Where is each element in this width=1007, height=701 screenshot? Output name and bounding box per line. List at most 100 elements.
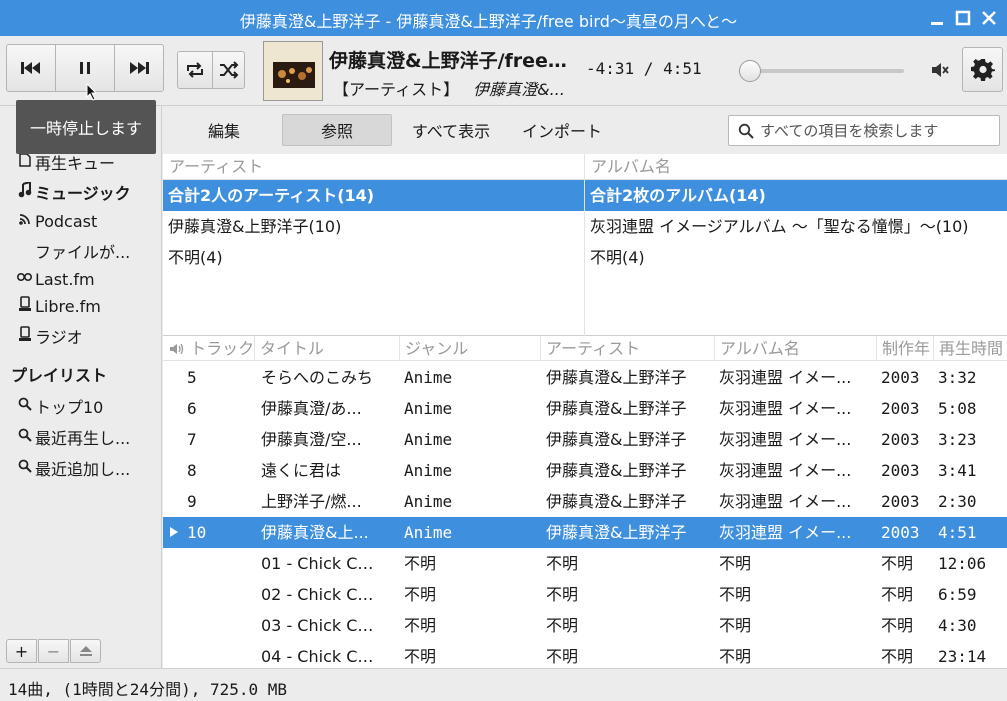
table-row[interactable]: 8 遠くに君は Anime 伊藤真澄&上野洋子 灰羽連盟 イメー... 2003 3:41 <box>163 455 1007 486</box>
speaker-icon <box>170 343 184 355</box>
table-row[interactable]: 02 - Chick C… 不明 不明 不明 不明 6:59 <box>163 579 1007 610</box>
search-input[interactable] <box>760 121 990 140</box>
cell-album: 不明 <box>719 616 752 635</box>
cell-artist: 伊藤真澄&上野洋子 <box>546 430 687 449</box>
volume-muted-icon[interactable] <box>930 60 950 84</box>
cell-genre: Anime <box>404 399 453 418</box>
pause-tooltip: 一時停止します <box>16 100 156 154</box>
column-header-title[interactable]: タイトル <box>255 336 400 361</box>
table-row[interactable]: 6 伊藤真澄/あ... Anime 伊藤真澄&上野洋子 灰羽連盟 イメー... 2003 5… <box>163 393 1007 424</box>
tab-show-all[interactable]: すべて表示 <box>405 114 497 146</box>
cell-track <box>187 579 247 610</box>
seek-slider-handle[interactable] <box>739 60 761 82</box>
radio-icon <box>16 326 34 346</box>
artist-row[interactable]: 合計2人のアーティスト(14) <box>163 180 584 211</box>
cell-album: 灰羽連盟 イメー... <box>719 492 852 511</box>
cell-title: 03 - Chick C… <box>261 616 374 635</box>
sidebar-item-top10[interactable]: トップ10 <box>16 393 103 419</box>
tab-browse[interactable]: 参照 <box>282 114 392 146</box>
cell-year: 2003 <box>881 430 920 449</box>
next-button[interactable] <box>114 44 164 92</box>
maximize-icon[interactable] <box>951 6 975 30</box>
previous-button[interactable] <box>6 44 56 92</box>
search-icon <box>16 459 34 477</box>
sidebar-item-label: Podcast <box>35 211 98 231</box>
table-row[interactable]: 9 上野洋子/燃... Anime 伊藤真澄&上野洋子 灰羽連盟 イメー... 2003 2… <box>163 486 1007 517</box>
column-header-genre[interactable]: ジャンル <box>400 336 541 361</box>
sidebar-item-recently-played[interactable]: 最近再生し... <box>16 424 130 450</box>
column-header-length[interactable]: 再生時間 <box>934 336 1007 361</box>
cell-title: 伊藤真澄&上... <box>261 523 369 542</box>
shuffle-button[interactable] <box>212 51 245 89</box>
minimize-icon[interactable] <box>925 6 949 30</box>
column-header-artist[interactable]: アーティスト <box>541 336 715 361</box>
cell-track <box>187 610 247 641</box>
sidebar-item-music[interactable]: ミュージック <box>16 179 131 205</box>
browser-toolbar: 編集 参照 すべて表示 インポート <box>163 106 1007 154</box>
cell-length: 2:30 <box>938 492 977 511</box>
sidebar-item-files[interactable]: ファイルが... <box>35 238 130 264</box>
cell-length: 6:59 <box>938 585 977 604</box>
cell-genre: Anime <box>404 368 453 387</box>
tab-edit[interactable]: 編集 <box>187 114 261 146</box>
sidebar-actions: + − <box>0 634 162 668</box>
add-playlist-button[interactable]: + <box>6 639 37 663</box>
now-playing-title: 伊藤真澄&上野洋子/free… <box>329 50 567 72</box>
cell-genre: 不明 <box>404 616 437 635</box>
sidebar-item-recently-added[interactable]: 最近追加し... <box>16 455 130 481</box>
pause-button[interactable] <box>55 44 115 92</box>
table-row[interactable]: 7 伊藤真澄/空... Anime 伊藤真澄&上野洋子 灰羽連盟 イメー... 2003 3… <box>163 424 1007 455</box>
cell-length: 4:51 <box>938 523 977 542</box>
cell-length: 3:41 <box>938 461 977 480</box>
cell-length: 3:32 <box>938 368 977 387</box>
sidebar-item-podcast[interactable]: Podcast <box>16 208 97 234</box>
settings-button[interactable] <box>962 47 1003 92</box>
album-row[interactable]: 合計2枚のアルバム(14) <box>585 180 1007 211</box>
column-header-year[interactable]: 制作年 <box>877 336 934 361</box>
search-icon <box>738 123 754 139</box>
table-row[interactable]: 10 伊藤真澄&上... Anime 伊藤真澄&上野洋子 灰羽連盟 イメー... 2003… <box>163 517 1007 548</box>
sidebar-item-radio[interactable]: ラジオ <box>16 323 83 349</box>
sidebar-item-librefm[interactable]: Libre.fm <box>16 293 101 319</box>
cell-genre: 不明 <box>404 585 437 604</box>
cell-year: 不明 <box>881 616 914 635</box>
tab-import[interactable]: インポート <box>515 114 609 146</box>
search-field[interactable] <box>728 115 1000 146</box>
window-title: 伊藤真澄&上野洋子 - 伊藤真澄&上野洋子/free bird〜真昼の月へと〜 <box>239 12 738 31</box>
album-column-header[interactable]: アルバム名 <box>585 154 1007 180</box>
artist-column-header[interactable]: アーティスト <box>163 154 584 180</box>
column-header-track[interactable]: トラック <box>163 336 255 361</box>
cell-artist: 伊藤真澄&上野洋子 <box>546 399 687 418</box>
cell-album: 灰羽連盟 イメー... <box>719 461 852 480</box>
cell-length: 12:06 <box>938 554 987 573</box>
cell-track <box>187 548 247 579</box>
close-icon[interactable] <box>977 6 1001 30</box>
table-row[interactable]: 03 - Chick C… 不明 不明 不明 不明 4:30 <box>163 610 1007 641</box>
shuffle-icon <box>219 61 238 79</box>
column-header-album[interactable]: アルバム名 <box>715 336 877 361</box>
album-cover[interactable] <box>263 41 323 101</box>
time-display[interactable]: -4:31 / 4:51 <box>586 59 702 78</box>
sidebar: 再生キュー ミュージック Podcast ファイルが... Last.fm Li… <box>0 106 162 634</box>
table-row[interactable]: 5 そらへのこみち Anime 伊藤真澄&上野洋子 灰羽連盟 イメー... 2003 3:3… <box>163 362 1007 393</box>
cell-artist: 伊藤真澄&上野洋子 <box>546 492 687 511</box>
track-list-header: トラック タイトル ジャンル アーティスト アルバム名 制作年 再生時間 <box>163 336 1007 361</box>
eject-button[interactable] <box>70 639 101 663</box>
radio-icon <box>16 296 34 316</box>
repeat-button[interactable] <box>177 51 213 89</box>
remove-playlist-button[interactable]: − <box>38 639 69 663</box>
sidebar-item-label: Last.fm <box>35 269 95 289</box>
cell-title: 01 - Chick C… <box>261 554 374 573</box>
artist-row[interactable]: 不明(4) <box>163 242 584 273</box>
seek-slider-track[interactable] <box>742 69 904 73</box>
artist-row[interactable]: 伊藤真澄&上野洋子(10) <box>163 211 584 242</box>
cell-track: 8 <box>187 461 197 480</box>
cell-length: 3:23 <box>938 430 977 449</box>
album-row[interactable]: 灰羽連盟 イメージアルバム 〜「聖なる憧憬」〜(10) <box>585 211 1007 242</box>
repeat-icon <box>187 62 203 78</box>
cell-genre: Anime <box>404 430 453 449</box>
table-row[interactable]: 01 - Chick C… 不明 不明 不明 不明 12:06 <box>163 548 1007 579</box>
album-row[interactable]: 不明(4) <box>585 242 1007 273</box>
title-bar: 伊藤真澄&上野洋子 - 伊藤真澄&上野洋子/free bird〜真昼の月へと〜 <box>0 0 1007 36</box>
sidebar-item-lastfm[interactable]: Last.fm <box>16 266 95 292</box>
